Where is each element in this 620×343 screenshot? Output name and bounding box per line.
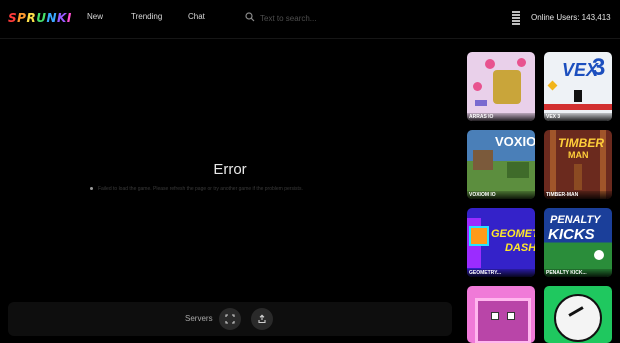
nav-chat[interactable]: Chat xyxy=(188,12,205,21)
error-message-text: Failed to load the game. Please refresh … xyxy=(98,186,303,192)
error-title: Error xyxy=(213,161,247,178)
nav-new[interactable]: New xyxy=(87,12,103,21)
game-card[interactable]: VEX 3 VEX 3 xyxy=(544,52,612,121)
game-thumbnail: PENALTY KICKS xyxy=(544,208,612,277)
game-thumbnail xyxy=(467,286,535,343)
game-title: TIMBER-MAN xyxy=(546,192,579,198)
game-card[interactable]: GEOMET DASH GEOMETRY... xyxy=(467,208,535,277)
game-title: GEOMETRY... xyxy=(469,270,502,276)
fullscreen-button[interactable] xyxy=(219,308,241,330)
game-title: VOXIOM IO xyxy=(469,192,496,198)
game-card[interactable]: TIMBER MAN TIMBER-MAN xyxy=(544,130,612,199)
game-thumbnail: GEOMET DASH xyxy=(467,208,535,277)
game-card[interactable]: PENALTY KICKS PENALTY KICK... xyxy=(544,208,612,277)
search-input[interactable] xyxy=(260,11,480,25)
site-logo[interactable]: SPRUNKI xyxy=(8,11,72,25)
game-title: VEX 3 xyxy=(546,114,561,120)
game-thumbnail: VEX 3 xyxy=(544,52,612,121)
top-bar: SPRUNKI New Trending Chat Online Users: … xyxy=(0,0,620,39)
error-message: Failed to load the game. Please refresh … xyxy=(90,186,380,193)
share-button[interactable] xyxy=(251,308,273,330)
game-thumbnail xyxy=(467,52,535,121)
game-thumbnail: VOXIO xyxy=(467,130,535,199)
game-thumbnail xyxy=(544,286,612,343)
game-card[interactable] xyxy=(544,286,612,343)
game-grid: ARRAS IO VEX 3 VEX 3 VOXIO VOXIOM IO TIM… xyxy=(466,52,616,343)
game-card[interactable]: VOXIO VOXIOM IO xyxy=(467,130,535,199)
game-card[interactable]: ARRAS IO xyxy=(467,52,535,121)
game-title: ARRAS IO xyxy=(469,114,494,120)
game-title: PENALTY KICK... xyxy=(546,270,587,276)
game-bottom-bar: Servers xyxy=(8,302,452,336)
servers-label[interactable]: Servers xyxy=(185,314,213,323)
nav-trending[interactable]: Trending xyxy=(131,12,162,21)
game-card[interactable] xyxy=(467,286,535,343)
share-icon xyxy=(258,314,266,324)
game-thumbnail: TIMBER MAN xyxy=(544,130,612,199)
search-box xyxy=(244,9,489,27)
search-icon[interactable] xyxy=(245,12,255,22)
menu-icon[interactable] xyxy=(511,11,521,25)
fullscreen-icon xyxy=(225,314,235,324)
bullet-icon xyxy=(90,187,93,190)
online-users-count: Online Users: 143,413 xyxy=(531,13,611,22)
